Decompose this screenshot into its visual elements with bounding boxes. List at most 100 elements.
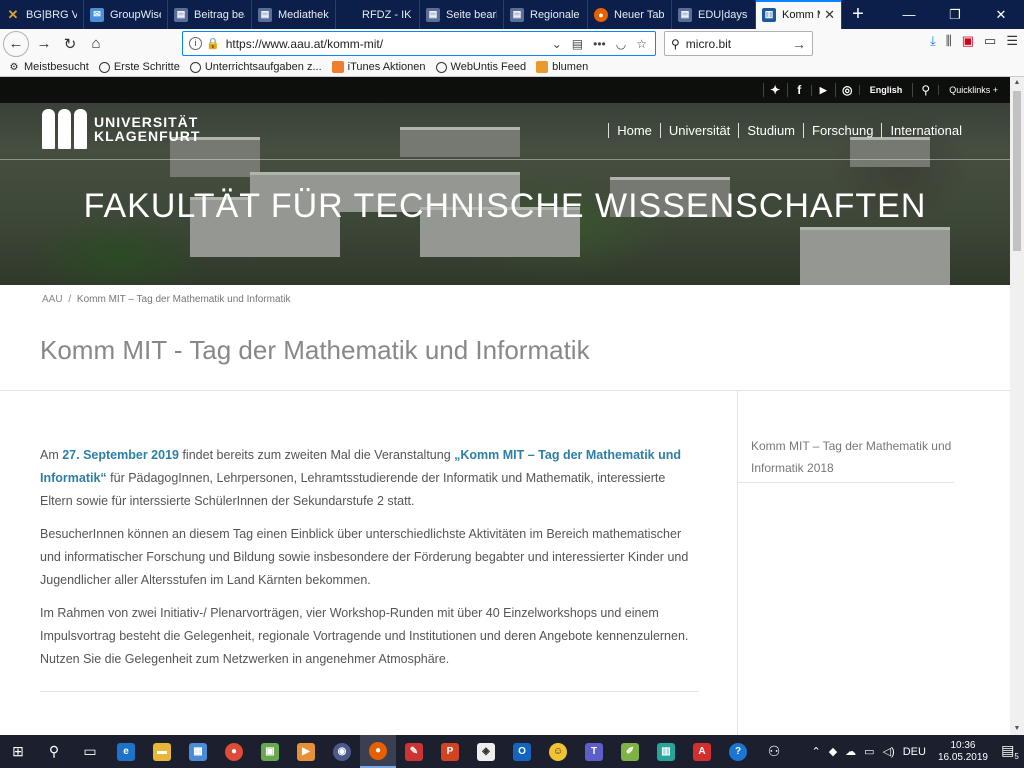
lock-icon[interactable]: 🔒 — [206, 37, 220, 50]
globe-icon — [189, 61, 201, 73]
instagram-icon[interactable]: ◎ — [834, 83, 859, 97]
tab-6[interactable]: ▤ Regionale T — [504, 0, 588, 29]
page-scrollbar[interactable]: ▲ ▼ — [1010, 77, 1024, 735]
nav-international[interactable]: International — [881, 123, 970, 138]
bookmark-blumen[interactable]: blumen — [536, 61, 588, 73]
store-icon[interactable]: ▦ — [180, 735, 216, 768]
lock-app-icon[interactable]: ◉ — [324, 735, 360, 768]
nav-universitaet[interactable]: Universität — [659, 123, 738, 138]
pdf-icon[interactable]: A — [684, 735, 720, 768]
start-button[interactable]: ⊞ — [0, 735, 36, 768]
facebook-icon[interactable]: f — [786, 83, 811, 97]
tab-7[interactable]: ● Neuer Tab — [588, 0, 672, 29]
blank-icon — [342, 8, 356, 22]
volume-icon[interactable]: ◁) — [879, 745, 899, 758]
tab-8[interactable]: ▤ EDU|days 20 — [672, 0, 756, 29]
tab-4[interactable]: RFDZ - IK - — [336, 0, 420, 29]
minimize-icon[interactable]: — — [886, 0, 932, 29]
outlook-icon[interactable]: O — [504, 735, 540, 768]
search-input[interactable]: micro.bit — [686, 37, 731, 51]
toolbar-right: ⤓ ⫼ ▣ ▭ ☰ — [930, 33, 1018, 49]
home-button[interactable]: ⌂ — [83, 31, 109, 57]
pocket-icon[interactable]: ◡ — [616, 37, 626, 51]
breadcrumb-root[interactable]: AAU — [42, 294, 63, 305]
nav-studium[interactable]: Studium — [738, 123, 803, 138]
forward-button[interactable]: → — [31, 31, 57, 57]
people-icon[interactable]: ⚇ — [756, 735, 792, 768]
drawing-icon[interactable]: ✎ — [396, 735, 432, 768]
nav-forschung[interactable]: Forschung — [803, 123, 881, 138]
media-icon[interactable]: ▶ — [288, 735, 324, 768]
search-icon[interactable]: ⚲ — [912, 83, 938, 97]
tab-active[interactable]: ▥ Komm M ✕ — [756, 0, 842, 29]
bookmark-erste-schritte[interactable]: Erste Schritte — [98, 61, 180, 73]
sidebar-icon[interactable]: ▭ — [984, 33, 996, 49]
firefox-taskbar-icon[interactable]: ● — [360, 735, 396, 768]
edge-icon[interactable]: e — [108, 735, 144, 768]
notification-center-icon[interactable]: ▤5 — [996, 742, 1024, 761]
tab-label: Komm M — [782, 8, 820, 21]
url-text[interactable]: https://www.aau.at/komm-mit/ — [226, 37, 383, 51]
paragraph-program: Im Rahmen von zwei Initiativ-/ Plenarvor… — [40, 606, 689, 666]
cloud-icon[interactable]: ☁ — [841, 745, 860, 758]
hero-building — [400, 127, 520, 157]
tab-1[interactable]: ✉ GroupWise — [84, 0, 168, 29]
quicklinks-button[interactable]: Quicklinks + — [938, 85, 1010, 95]
dropbox-icon[interactable]: ◆ — [825, 745, 841, 758]
tab-2[interactable]: ▤ Beitrag bear — [168, 0, 252, 29]
info-icon[interactable]: i — [189, 37, 202, 50]
search-go-icon[interactable]: → — [792, 36, 806, 52]
tab-0[interactable]: ✕ BG|BRG Villa — [0, 0, 84, 29]
bookmark-itunes[interactable]: iTunes Aktionen — [331, 61, 426, 73]
tab-5[interactable]: ▤ Seite bearbe — [420, 0, 504, 29]
university-logo[interactable]: UNIVERSITÄT KLAGENFURT — [42, 109, 200, 149]
chrome-icon[interactable]: ● — [216, 735, 252, 768]
event-date: 27. September 2019 — [62, 448, 179, 462]
scroll-down-icon[interactable]: ▼ — [1010, 723, 1024, 735]
close-tab-icon[interactable]: ✕ — [820, 7, 835, 23]
notebook-icon[interactable]: ▥ — [648, 735, 684, 768]
reload-button[interactable]: ↻ — [57, 31, 83, 57]
menu-icon[interactable]: ☰ — [1006, 33, 1018, 49]
tab-3[interactable]: ▤ Mediathek — [252, 0, 336, 29]
youtube-icon[interactable]: ▶ — [810, 84, 835, 96]
folder-icon — [536, 61, 549, 73]
restore-icon[interactable]: ❐ — [932, 0, 978, 29]
powerpoint-icon[interactable]: P — [432, 735, 468, 768]
photos-icon[interactable]: ▣ — [252, 735, 288, 768]
pocket-icon[interactable]: ▣ — [962, 33, 974, 49]
twitter-icon[interactable]: ✦ — [762, 83, 787, 97]
bookmark-webuntis[interactable]: WebUntis Feed — [435, 61, 526, 73]
geogebra-icon[interactable]: ◈ — [468, 735, 504, 768]
back-button[interactable]: ← — [3, 30, 29, 57]
teams-icon[interactable]: T — [576, 735, 612, 768]
explorer-icon[interactable]: ▬ — [144, 735, 180, 768]
scroll-thumb[interactable] — [1013, 91, 1021, 251]
task-view-icon[interactable]: ▭ — [72, 735, 108, 768]
reader-view-icon[interactable]: ▤ — [572, 37, 583, 51]
scroll-up-icon[interactable]: ▲ — [1010, 77, 1024, 89]
chevron-down-icon[interactable]: ⌄ — [552, 37, 562, 51]
sidebar-link-2018[interactable]: Komm MIT – Tag der Mathematik und Inform… — [751, 435, 961, 479]
bookmark-unterrichtsaufgaben[interactable]: Unterrichtsaufgaben z... — [189, 61, 322, 73]
mail-icon: ✉ — [90, 7, 104, 22]
search-icon[interactable]: ⚲ — [36, 735, 72, 768]
language-indicator[interactable]: DEU — [899, 746, 930, 758]
page-actions-icon[interactable]: ••• — [593, 37, 606, 51]
clock[interactable]: 10:36 16.05.2019 — [930, 740, 996, 764]
help-icon[interactable]: ? — [720, 735, 756, 768]
network-icon[interactable]: ▭ — [860, 745, 878, 758]
chevron-up-icon[interactable]: ⌃ — [807, 745, 824, 758]
language-link[interactable]: English — [858, 85, 913, 95]
bookmark-star-icon[interactable]: ☆ — [636, 37, 647, 51]
new-tab-button[interactable]: + — [842, 0, 874, 29]
download-icon[interactable]: ⤓ — [930, 33, 936, 49]
library-icon[interactable]: ⫼ — [946, 33, 952, 49]
search-bar[interactable]: ⚲ micro.bit → — [664, 31, 813, 56]
nav-home[interactable]: Home — [608, 123, 660, 138]
bookmark-meistbesucht[interactable]: ⚙ Meistbesucht — [8, 61, 89, 73]
emoji-app-icon[interactable]: ☺ — [540, 735, 576, 768]
close-window-icon[interactable]: ✕ — [978, 0, 1024, 29]
url-bar[interactable]: i 🔒 https://www.aau.at/komm-mit/ ⌄ ▤ •••… — [182, 31, 656, 56]
paint-icon[interactable]: ✐ — [612, 735, 648, 768]
